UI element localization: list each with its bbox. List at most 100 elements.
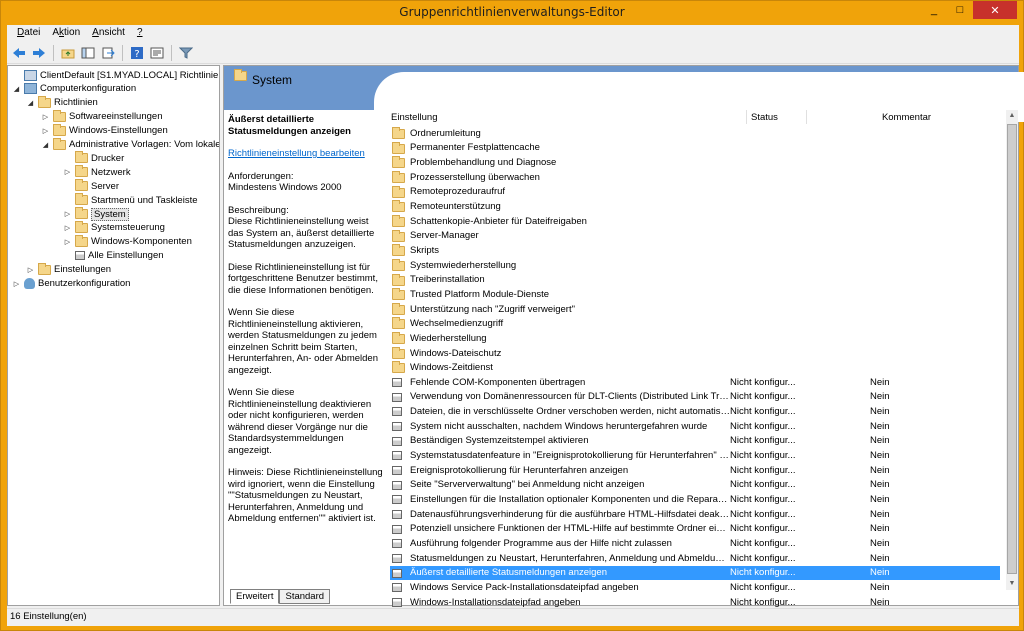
- expand-arrow-icon[interactable]: ▷: [63, 210, 72, 218]
- list-item-setting[interactable]: Einstellungen für die Installation optio…: [390, 492, 1000, 507]
- list-name-cell: Wechselmedienzugriff: [410, 318, 504, 330]
- list-item-setting[interactable]: Beständigen Systemzeitstempel aktivieren…: [390, 434, 1000, 449]
- list-item-folder[interactable]: Schattenkopie-Anbieter für Dateifreigabe…: [390, 214, 1000, 229]
- list-item-setting[interactable]: Verwendung von Domänenressourcen für DLT…: [390, 390, 1000, 405]
- list-item-folder[interactable]: Trusted Platform Module-Dienste: [390, 287, 1000, 302]
- maximize-button[interactable]: □: [947, 1, 973, 19]
- scroll-down-arrow[interactable]: ▼: [1006, 578, 1018, 590]
- folder-icon: [392, 156, 405, 169]
- list-item-setting[interactable]: Fehlende COM-Komponenten übertragen Nicht…: [390, 375, 1000, 390]
- setting-icon: [392, 407, 402, 417]
- properties-button[interactable]: [147, 44, 166, 62]
- tree-node[interactable]: ▷ Benutzerkonfiguration: [12, 277, 130, 291]
- filter-button[interactable]: [176, 44, 195, 62]
- column-header-name[interactable]: Einstellung: [387, 110, 747, 124]
- list-status-cell: Nicht konfigur...: [730, 391, 796, 403]
- tab-erweitert[interactable]: Erweitert: [230, 589, 280, 604]
- collapse-arrow-icon[interactable]: ◢: [41, 141, 50, 149]
- tree-node[interactable]: ▷ Netzwerk: [63, 165, 131, 179]
- list-item-folder[interactable]: Remoteprozeduraufruf: [390, 185, 1000, 200]
- list-item-folder[interactable]: Skripts: [390, 243, 1000, 258]
- list-item-folder[interactable]: Wiederherstellung: [390, 331, 1000, 346]
- list-item-folder[interactable]: Windows-Zeitdienst: [390, 360, 1000, 375]
- scroll-up-arrow[interactable]: ▲: [1006, 110, 1018, 122]
- list-item-folder[interactable]: Problembehandlung und Diagnose: [390, 155, 1000, 170]
- menu-aktion[interactable]: Aktion: [46, 25, 86, 42]
- description-paragraph: Wenn Sie diese Richtlinieneinstellung ak…: [228, 307, 378, 376]
- minimize-button[interactable]: _: [921, 1, 947, 19]
- menu-help[interactable]: ?: [131, 25, 149, 42]
- list-item-setting[interactable]: Ausführung folgender Programme aus der H…: [390, 536, 1000, 551]
- collapse-arrow-icon[interactable]: ◢: [12, 85, 21, 93]
- list-item-folder[interactable]: Remoteunterstützung: [390, 199, 1000, 214]
- list-item-setting[interactable]: Ereignisprotokollierung für Herunterfahr…: [390, 463, 1000, 478]
- up-folder-button[interactable]: [58, 44, 77, 62]
- list-item-setting[interactable]: Systemstatusdatenfeature in "Ereignispro…: [390, 448, 1000, 463]
- tab-standard[interactable]: Standard: [279, 589, 331, 604]
- list-item-folder[interactable]: Unterstützung nach "Zugriff verweigert": [390, 302, 1000, 317]
- expand-arrow-icon[interactable]: ▷: [63, 238, 72, 246]
- close-button[interactable]: ✕: [973, 1, 1017, 19]
- list-item-folder[interactable]: Treiberinstallation: [390, 273, 1000, 288]
- expand-arrow-icon[interactable]: ▷: [12, 280, 21, 288]
- tree-node[interactable]: ▷ Windows-Komponenten: [63, 234, 192, 249]
- expand-arrow-icon[interactable]: ▷: [41, 127, 50, 135]
- tree-node[interactable]: ▷ Softwareeinstellungen: [41, 109, 162, 124]
- back-button[interactable]: [9, 44, 28, 62]
- expand-arrow-icon[interactable]: ▷: [63, 224, 72, 232]
- scroll-thumb[interactable]: [1007, 124, 1017, 574]
- list-item-folder[interactable]: Prozesserstellung überwachen: [390, 170, 1000, 185]
- forward-button[interactable]: [29, 44, 48, 62]
- tree-node[interactable]: ▷ Windows-Einstellungen: [41, 123, 168, 138]
- export-list-button[interactable]: [98, 44, 117, 62]
- menu-aktion-label: tion: [64, 27, 81, 38]
- tree-node[interactable]: ▷ Systemsteuerung: [63, 220, 165, 235]
- list-status-cell: Nicht konfigur...: [730, 464, 796, 476]
- list-item-setting[interactable]: Dateien, die in verschlüsselte Ordner ve…: [390, 404, 1000, 419]
- expand-arrow-icon[interactable]: ▷: [63, 168, 72, 176]
- column-header-status[interactable]: Status: [747, 110, 807, 124]
- vertical-scrollbar[interactable]: ▲ ▼: [1006, 110, 1018, 590]
- list-name-cell: Seite "Serververwaltung" bei Anmeldung n…: [410, 479, 645, 491]
- list-item-setting[interactable]: Äußerst detaillierte Statusmeldungen anz…: [390, 565, 1000, 581]
- edit-policy-link[interactable]: Richtlinieneinstellung bearbeiten: [228, 148, 365, 159]
- list-status-cell: Nicht konfigur...: [730, 435, 796, 447]
- list-item-folder[interactable]: Windows-Dateischutz: [390, 346, 1000, 361]
- tree-node[interactable]: Drucker: [63, 151, 124, 165]
- show-hide-tree-button[interactable]: [78, 44, 97, 62]
- tree-node[interactable]: Server: [63, 179, 119, 193]
- tree-node[interactable]: Alle Einstellungen: [63, 249, 164, 263]
- tree-node[interactable]: ◢ Computerkonfiguration: [12, 82, 136, 96]
- setting-icon: [392, 436, 402, 449]
- list-item-folder[interactable]: Server-Manager: [390, 229, 1000, 244]
- details-pane: System Äußerst detaillierte Statusmeldun…: [223, 65, 1024, 608]
- list-item-folder[interactable]: Permanenter Festplattencache: [390, 141, 1000, 156]
- help-button[interactable]: ?: [127, 44, 146, 62]
- menu-datei[interactable]: Datei: [11, 25, 46, 42]
- menu-ansicht[interactable]: Ansicht: [86, 25, 131, 42]
- tree-node[interactable]: ◢ Richtlinien: [26, 95, 98, 110]
- list-item-folder[interactable]: Ordnerumleitung: [390, 126, 1000, 141]
- expand-arrow-icon[interactable]: ▷: [41, 113, 50, 121]
- console-tree[interactable]: ClientDefault [S1.MYAD.LOCAL] Richtlinie…: [7, 65, 220, 606]
- list-item-setting[interactable]: Statusmeldungen zu Neustart, Herunterfah…: [390, 551, 1000, 566]
- tree-node[interactable]: ▷ System: [63, 207, 129, 221]
- list-item-setting[interactable]: System nicht ausschalten, nachdem Window…: [390, 419, 1000, 434]
- list-item-folder[interactable]: Wechselmedienzugriff: [390, 316, 1000, 331]
- list-name-cell: Systemwiederherstellung: [410, 259, 517, 271]
- tree-node[interactable]: ◢ Administrative Vorlagen: Vom lokalen: [41, 137, 219, 152]
- folder-icon: [38, 262, 51, 275]
- collapse-arrow-icon[interactable]: ◢: [26, 99, 35, 107]
- list-item-setting[interactable]: Datenausführungsverhinderung für die aus…: [390, 507, 1000, 522]
- list-item-setting[interactable]: Seite "Serververwaltung" bei Anmeldung n…: [390, 478, 1000, 493]
- settings-list[interactable]: Einstellung Status Kommentar Ordnerumlei…: [387, 110, 1007, 608]
- column-header-comment[interactable]: Kommentar: [807, 110, 1007, 124]
- list-item-setting[interactable]: Potenziell unsichere Funktionen der HTML…: [390, 522, 1000, 537]
- tree-node[interactable]: ▷ Einstellungen: [26, 262, 111, 277]
- list-status-cell: Nicht konfigur...: [730, 523, 796, 535]
- expand-arrow-icon[interactable]: ▷: [26, 266, 35, 274]
- tree-node[interactable]: Startmenü und Taskleiste: [63, 193, 198, 207]
- tree-node[interactable]: ClientDefault [S1.MYAD.LOCAL] Richtlinie: [12, 68, 218, 82]
- list-item-folder[interactable]: Systemwiederherstellung: [390, 258, 1000, 273]
- list-item-setting[interactable]: Windows Service Pack-Installationsdateip…: [390, 580, 1000, 595]
